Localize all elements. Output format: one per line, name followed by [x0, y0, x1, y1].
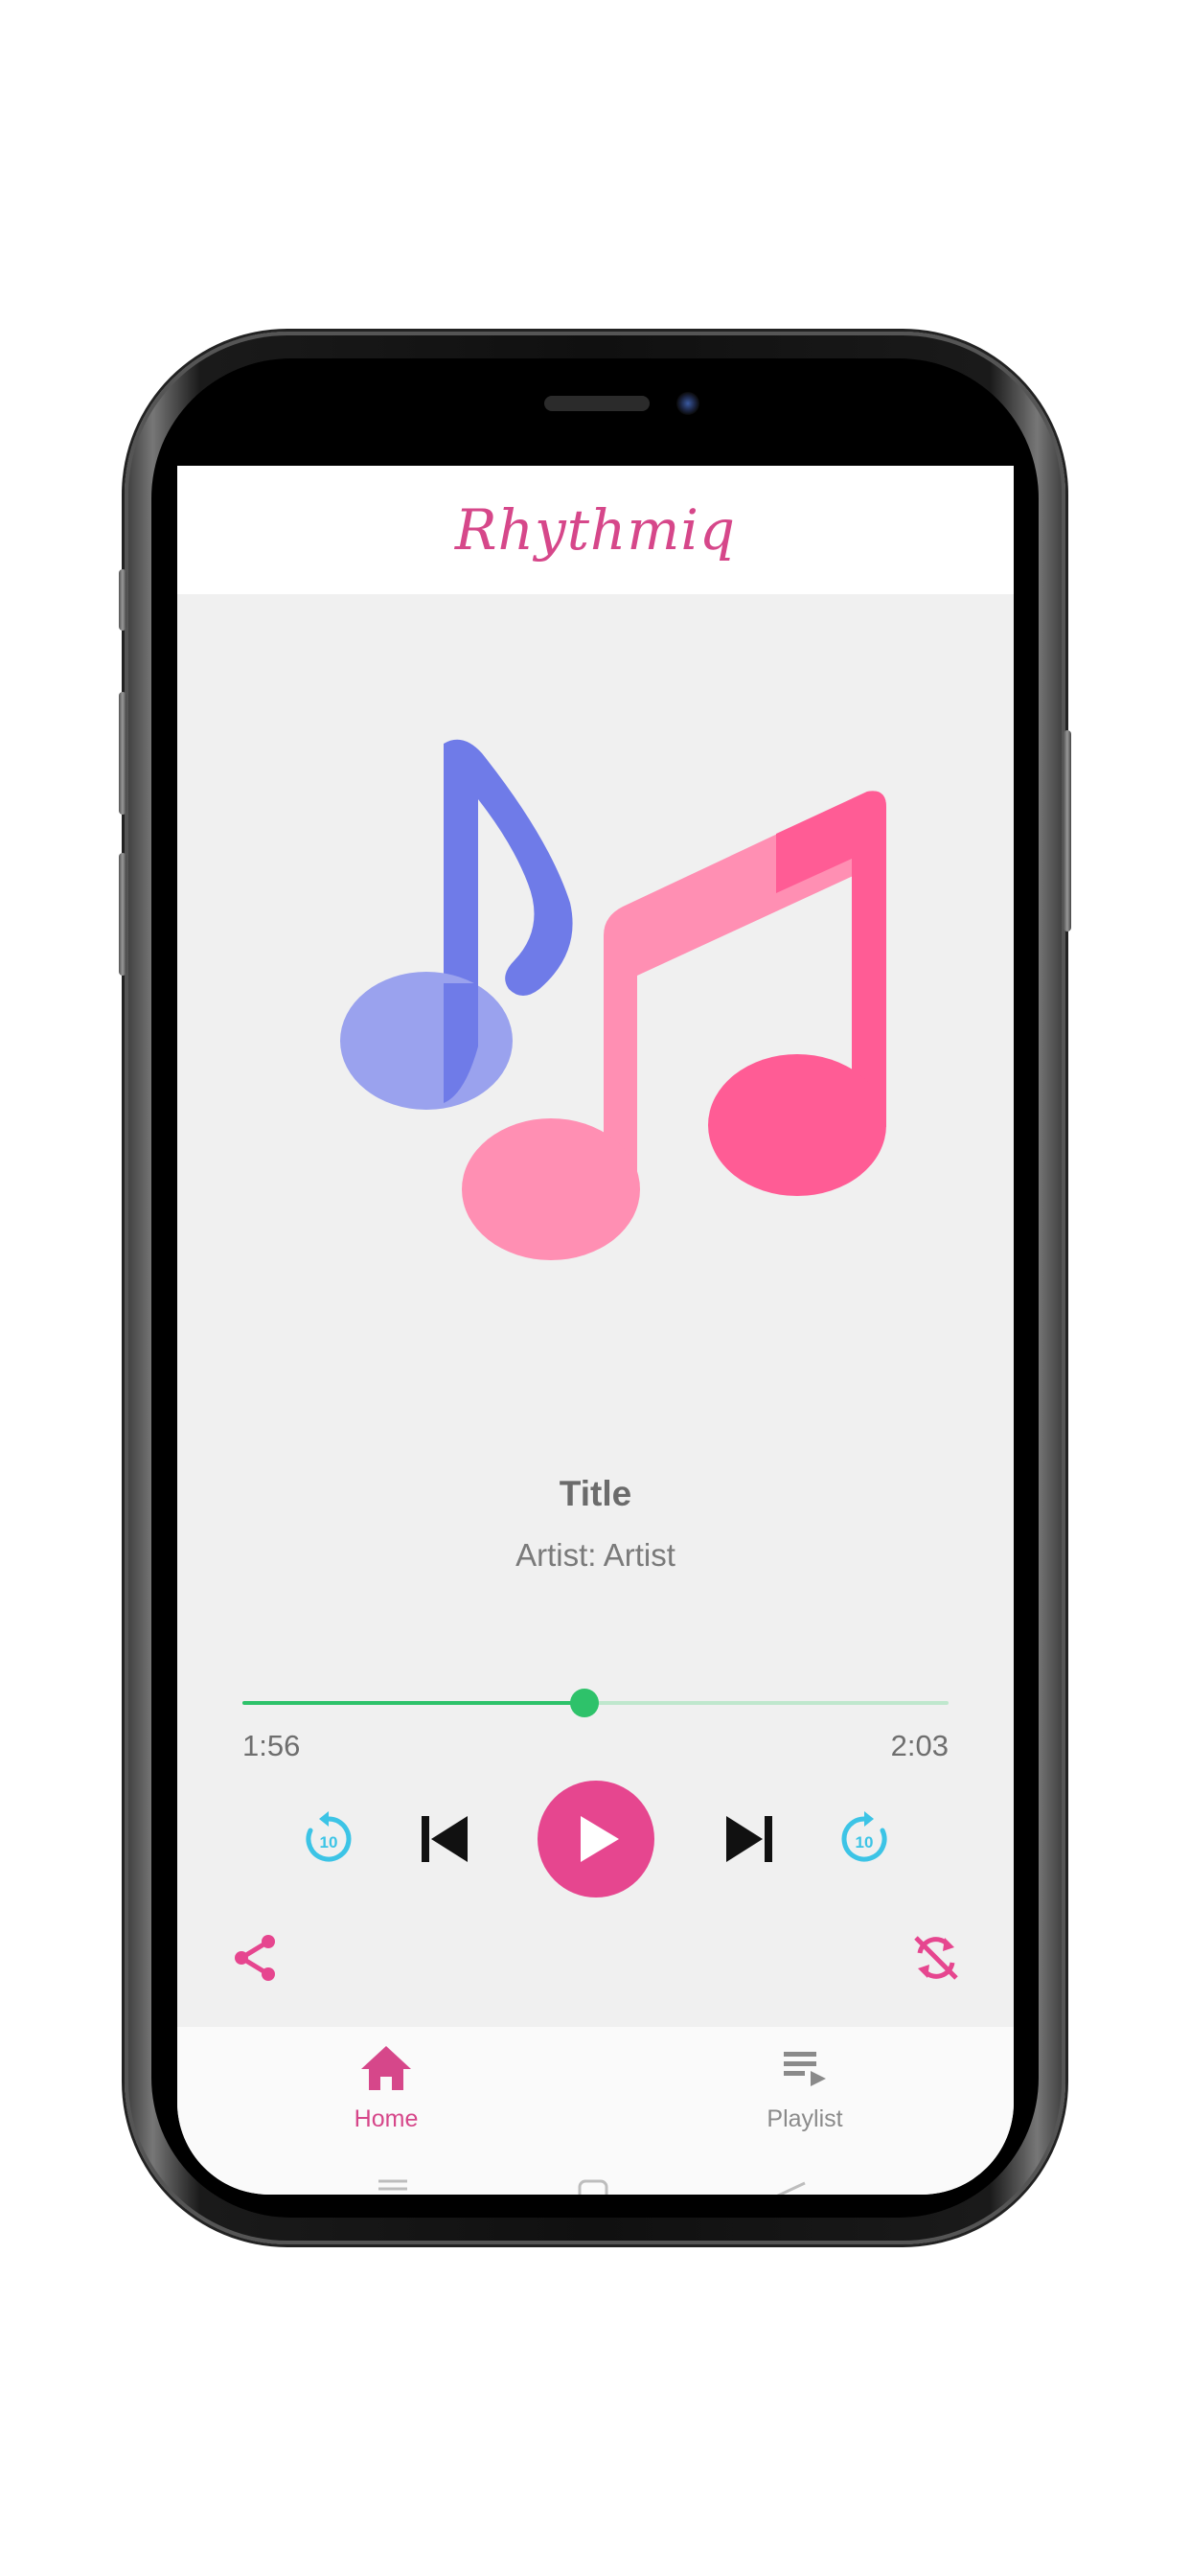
nav-label-home: Home [354, 2105, 419, 2132]
home-system-icon [578, 2179, 608, 2195]
nav-label-playlist: Playlist [767, 2105, 843, 2132]
back-system-icon [776, 2181, 806, 2195]
seek-bar[interactable] [242, 1689, 949, 1717]
app-screen: Rhythmiq Title Artist: Artist 1:56 2:03 … [177, 466, 1014, 2195]
mute-switch [119, 569, 126, 631]
power-button [1064, 730, 1071, 932]
play-icon [581, 1816, 619, 1862]
forward-10-button[interactable]: 10 [831, 1806, 898, 1873]
forward-10-icon: 10 [841, 1811, 887, 1862]
volume-up-button [119, 692, 126, 815]
front-camera [676, 392, 699, 415]
play-button[interactable] [538, 1781, 654, 1898]
skip-next-button[interactable] [718, 1807, 781, 1871]
replay-10-button[interactable]: 10 [295, 1806, 362, 1873]
seek-bar-fill [242, 1701, 584, 1705]
shuffle-toggle-button[interactable] [905, 1927, 967, 1989]
share-button[interactable] [225, 1927, 286, 1989]
total-time: 2:03 [890, 1729, 949, 1762]
recents-icon [378, 2179, 407, 2191]
nav-item-playlist[interactable]: Playlist [699, 2027, 910, 2151]
skip-previous-button[interactable] [413, 1807, 476, 1871]
nav-item-home[interactable]: Home [281, 2027, 492, 2151]
track-artist: Artist: Artist [515, 1537, 675, 1573]
system-navigation-bar [378, 2179, 806, 2195]
volume-down-button [119, 853, 126, 976]
svg-text:10: 10 [856, 1833, 874, 1852]
seek-bar-thumb[interactable] [569, 1689, 599, 1717]
replay-10-icon: 10 [306, 1811, 352, 1862]
svg-text:10: 10 [320, 1833, 338, 1852]
track-title: Title [559, 1474, 632, 1513]
earpiece-speaker [544, 396, 650, 411]
skip-previous-icon [422, 1816, 468, 1862]
shuffle-off-icon [914, 1936, 958, 1980]
bottom-navigation: Home Playlist [177, 2027, 1014, 2195]
app-header: Rhythmiq [177, 466, 1014, 594]
playlist-icon [784, 2052, 826, 2086]
music-note-artwork [340, 739, 886, 1260]
share-icon [235, 1935, 275, 1981]
current-time: 1:56 [242, 1729, 301, 1762]
skip-next-icon [726, 1816, 772, 1862]
app-title: Rhythmiq [454, 497, 737, 563]
home-icon [361, 2046, 411, 2090]
